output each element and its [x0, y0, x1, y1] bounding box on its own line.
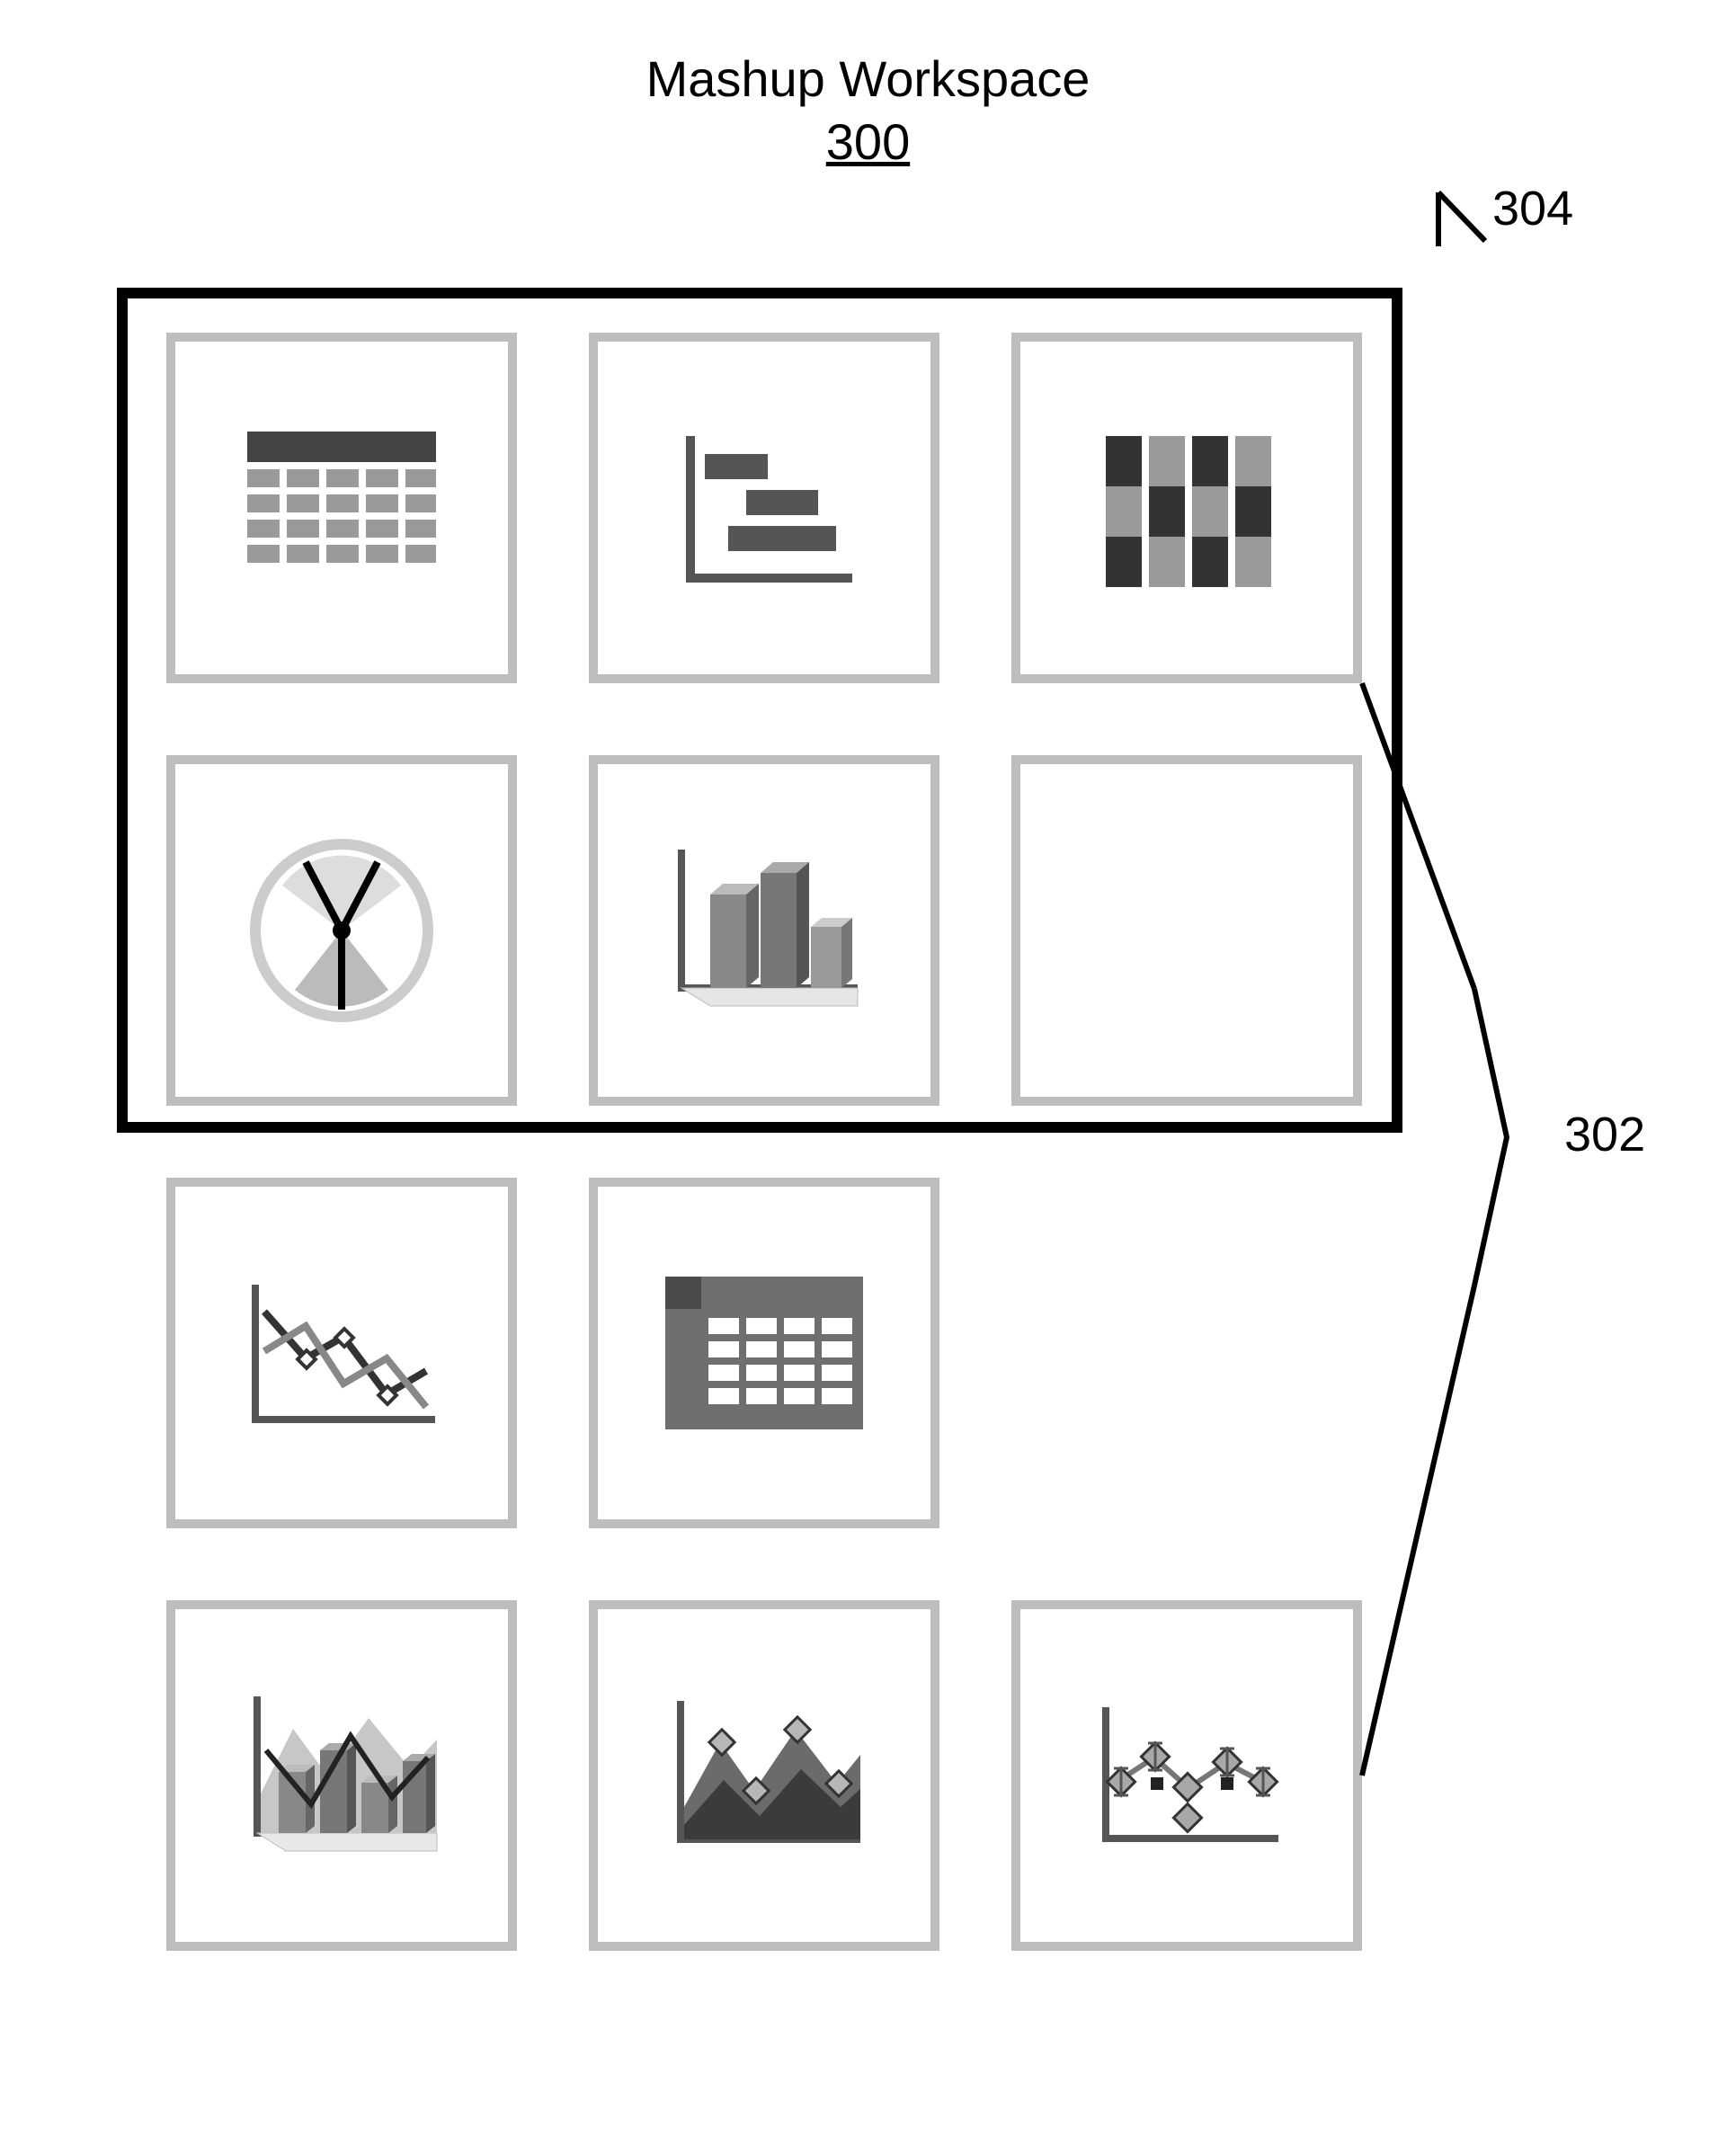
label-302: 302	[1564, 1108, 1645, 1162]
callout-overlay: 304 302	[0, 0, 1736, 2154]
label-304: 304	[1492, 182, 1573, 236]
figure-canvas: Mashup Workspace 300	[0, 0, 1736, 2154]
